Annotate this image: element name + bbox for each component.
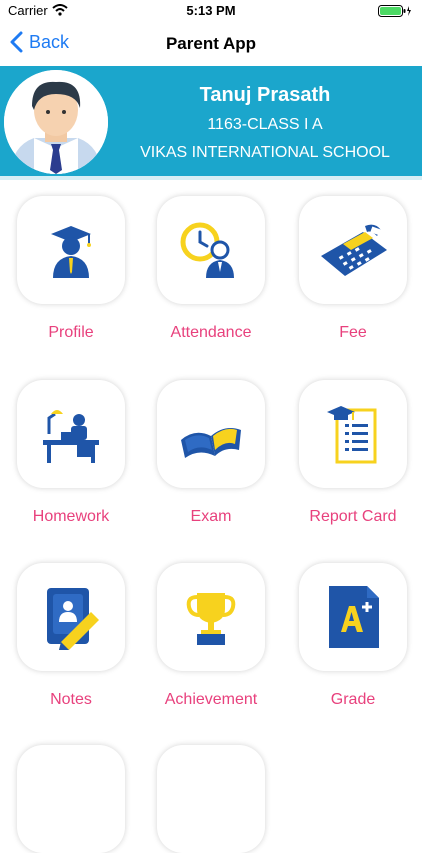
- menu-item-report-card[interactable]: Report Card: [282, 380, 422, 526]
- exam-tile[interactable]: [157, 380, 265, 488]
- profile-tile[interactable]: [17, 196, 125, 304]
- partial-tile[interactable]: [17, 745, 125, 853]
- clock-person-icon: [180, 222, 234, 278]
- student-name: Tanuj Prasath: [199, 84, 331, 106]
- menu-label-report-card: Report Card: [309, 508, 397, 525]
- menu-label-exam: Exam: [190, 508, 232, 525]
- menu-label-fee: Fee: [339, 324, 367, 341]
- menu-label-notes: Notes: [50, 691, 92, 708]
- menu-item-partial[interactable]: [0, 745, 142, 853]
- menu-item-profile[interactable]: Profile: [0, 196, 142, 342]
- student-avatar-icon: [4, 70, 108, 174]
- trophy-icon: [186, 593, 236, 645]
- menu-item-fee[interactable]: Fee: [282, 196, 422, 342]
- menu-item-partial[interactable]: [140, 745, 282, 853]
- menu-label-homework: Homework: [32, 508, 110, 525]
- achievement-tile[interactable]: [157, 563, 265, 671]
- student-class: 1163-CLASS I A: [207, 116, 323, 133]
- report-card-icon: [327, 406, 377, 464]
- menu-label-grade: Grade: [330, 691, 376, 708]
- menu-item-homework[interactable]: Homework: [0, 380, 142, 526]
- menu-label-achievement: Achievement: [164, 691, 258, 708]
- menu-label-profile: Profile: [48, 324, 94, 341]
- menu-label-attendance: Attendance: [170, 324, 252, 341]
- notes-icon: [47, 588, 99, 650]
- report-card-tile[interactable]: [299, 380, 407, 488]
- page-title: Parent App: [165, 34, 257, 53]
- menu-item-exam[interactable]: Exam: [140, 380, 282, 526]
- navigation-bar: Back Parent App: [0, 22, 422, 66]
- fee-tile[interactable]: [299, 196, 407, 304]
- open-book-icon: [181, 428, 241, 458]
- partial-tile[interactable]: [157, 745, 265, 853]
- menu-item-notes[interactable]: Notes: [0, 563, 142, 709]
- avatar: [4, 70, 108, 174]
- menu-item-grade[interactable]: Grade: [282, 563, 422, 709]
- grade-tile[interactable]: [299, 563, 407, 671]
- notes-tile[interactable]: [17, 563, 125, 671]
- menu-item-achievement[interactable]: Achievement: [140, 563, 282, 709]
- study-desk-icon: [43, 410, 99, 463]
- battery-icon: [378, 5, 411, 17]
- school-name: VIKAS INTERNATIONAL SCHOOL: [140, 144, 390, 161]
- attendance-tile[interactable]: [157, 196, 265, 304]
- status-time: 5:13 PM: [186, 3, 236, 18]
- graduate-icon: [51, 226, 91, 278]
- homework-tile[interactable]: [17, 380, 125, 488]
- header-divider: [0, 176, 422, 180]
- calculator-icon: [321, 224, 387, 276]
- menu-item-attendance[interactable]: Attendance: [140, 196, 282, 342]
- grade-icon: [329, 586, 379, 648]
- status-bar: Carrier 5:13 PM: [0, 0, 422, 22]
